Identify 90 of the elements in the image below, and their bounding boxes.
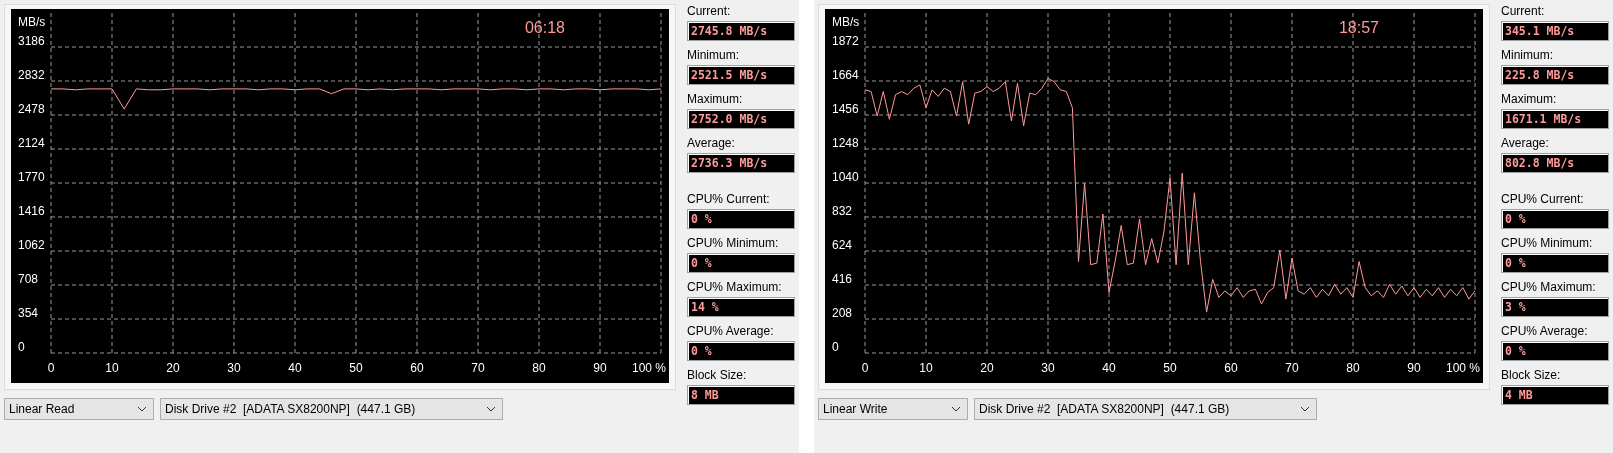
axis-label: 0 <box>47 361 55 375</box>
stat-value: 0 % <box>687 253 795 273</box>
stat-label: Maximum: <box>687 92 744 106</box>
stat-label: CPU% Average: <box>687 324 775 338</box>
axis-label: 90 <box>1407 361 1421 375</box>
axis-label: 40 <box>288 361 302 375</box>
axis-label: 3186 <box>18 34 45 48</box>
stat-label: Maximum: <box>1501 92 1558 106</box>
stat-value: 14 % <box>687 297 795 317</box>
axis-label: 708 <box>18 272 39 286</box>
stat-label: CPU% Average: <box>1501 324 1589 338</box>
stat-value: 8 MB <box>687 385 795 405</box>
axis-label: 100 % <box>1446 361 1480 375</box>
axis-label: 20 <box>980 361 994 375</box>
stat-value: 0 % <box>1501 253 1609 273</box>
axis-label: 1770 <box>18 170 45 184</box>
test-mode-dropdown[interactable]: Linear Write <box>818 398 968 420</box>
stat-label: Average: <box>687 136 736 150</box>
axis-label: 40 <box>1102 361 1116 375</box>
axis-label: 20 <box>166 361 180 375</box>
stat-label: CPU% Minimum: <box>687 236 780 250</box>
stat-value: 4 MB <box>1501 385 1609 405</box>
axis-title: MB/s <box>832 15 860 29</box>
axis-label: 10 <box>919 361 933 375</box>
axis-label: 80 <box>532 361 546 375</box>
stat-value: 345.1 MB/s <box>1501 21 1609 41</box>
caret-icon <box>951 406 961 412</box>
axis-label: 60 <box>1224 361 1238 375</box>
stat-value: 802.8 MB/s <box>1501 153 1609 173</box>
drive-dropdown[interactable]: Disk Drive #2 [ADATA SX8200NP] (447.1 GB) <box>974 398 1317 420</box>
stat-value: 3 % <box>1501 297 1609 317</box>
axis-label: 60 <box>410 361 424 375</box>
axis-label: 10 <box>105 361 119 375</box>
stat-value: 0 % <box>687 209 795 229</box>
stat-label: Average: <box>1501 136 1550 150</box>
stat-value: 225.8 MB/s <box>1501 65 1609 85</box>
caret-icon <box>1300 406 1310 412</box>
axis-label: 416 <box>832 272 853 286</box>
stat-label: CPU% Maximum: <box>1501 280 1597 294</box>
axis-label: 1040 <box>832 170 859 184</box>
drive-dropdown[interactable]: Disk Drive #2 [ADATA SX8200NP] (447.1 GB) <box>160 398 503 420</box>
stat-label: Current: <box>687 4 732 18</box>
stat-value: 2752.0 MB/s <box>687 109 795 129</box>
axis-label: 0 <box>832 340 839 354</box>
axis-label: 2832 <box>18 68 45 82</box>
stat-value: 2745.8 MB/s <box>687 21 795 41</box>
stat-label: Block Size: <box>1501 368 1562 382</box>
axis-label: 624 <box>832 238 853 252</box>
stat-label: CPU% Current: <box>687 192 771 206</box>
axis-label: 208 <box>832 306 853 320</box>
axis-label: 354 <box>18 306 39 320</box>
stat-value: 2521.5 MB/s <box>687 65 795 85</box>
elapsed-time: 18:57 <box>1339 19 1379 36</box>
test-mode-dropdown[interactable]: Linear Read <box>4 398 154 420</box>
stat-label: Minimum: <box>1501 48 1554 62</box>
axis-label: 30 <box>227 361 241 375</box>
axis-label: 1456 <box>832 102 859 116</box>
elapsed-time: 06:18 <box>525 19 565 36</box>
axis-label: 100 % <box>632 361 666 375</box>
axis-label: 1062 <box>18 238 45 252</box>
stat-label: Current: <box>1501 4 1546 18</box>
stat-value: 0 % <box>687 341 795 361</box>
stat-label: CPU% Maximum: <box>687 280 783 294</box>
axis-title: MB/s <box>18 15 46 29</box>
axis-label: 2124 <box>18 136 45 150</box>
stat-label: Block Size: <box>687 368 748 382</box>
stat-value: 1671.1 MB/s <box>1501 109 1609 129</box>
axis-label: 1416 <box>18 204 45 218</box>
axis-label: 832 <box>832 204 853 218</box>
axis-label: 30 <box>1041 361 1055 375</box>
axis-label: 2478 <box>18 102 45 116</box>
stat-value: 0 % <box>1501 341 1609 361</box>
stat-value: 2736.3 MB/s <box>687 153 795 173</box>
axis-label: 90 <box>593 361 607 375</box>
axis-label: 70 <box>1285 361 1299 375</box>
axis-label: 1872 <box>832 34 859 48</box>
axis-label: 1664 <box>832 68 859 82</box>
stat-label: CPU% Minimum: <box>1501 236 1594 250</box>
stat-label: CPU% Current: <box>1501 192 1585 206</box>
stat-label: Minimum: <box>687 48 740 62</box>
caret-icon <box>486 406 496 412</box>
stat-value: 0 % <box>1501 209 1609 229</box>
axis-label: 50 <box>349 361 363 375</box>
axis-label: 70 <box>471 361 485 375</box>
axis-label: 0 <box>861 361 869 375</box>
caret-icon <box>137 406 147 412</box>
axis-label: 0 <box>18 340 25 354</box>
axis-label: 50 <box>1163 361 1177 375</box>
axis-label: 1248 <box>832 136 859 150</box>
axis-label: 80 <box>1346 361 1360 375</box>
